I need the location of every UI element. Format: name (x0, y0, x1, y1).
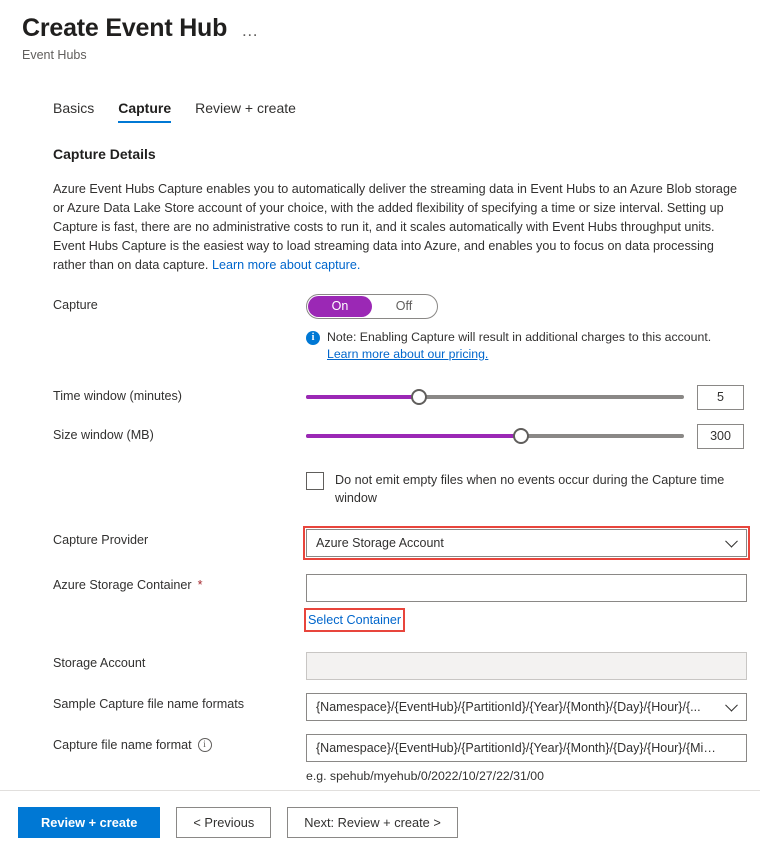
time-window-label: Time window (minutes) (53, 388, 182, 403)
file-name-format-label: Capture file name format (53, 737, 192, 752)
more-options-icon[interactable]: … (241, 22, 260, 39)
storage-container-label: Azure Storage Container (53, 577, 192, 592)
capture-label: Capture (53, 297, 98, 312)
select-container-row: Select Container (303, 607, 753, 632)
select-container-highlight: Select Container (303, 607, 406, 632)
storage-account-label: Storage Account (53, 655, 146, 670)
sample-formats-row: Sample Capture file name formats {Namesp… (53, 692, 753, 721)
review-create-button[interactable]: Review + create (18, 807, 161, 838)
sample-formats-value: {Namespace}/{EventHub}/{PartitionId}/{Ye… (316, 699, 701, 714)
size-window-field: 300 (306, 423, 753, 449)
file-name-format-value: {Namespace}/{EventHub}/{PartitionId}/{Ye… (316, 740, 716, 755)
learn-more-about-capture-link[interactable]: Learn more about capture. (212, 258, 360, 272)
tab-capture[interactable]: Capture (118, 100, 171, 123)
pricing-link[interactable]: Learn more about our pricing. (327, 347, 488, 361)
info-outline-icon[interactable]: i (197, 737, 212, 752)
capture-provider-highlight: Azure Storage Account (303, 525, 750, 560)
page-title: Create Event Hub (22, 14, 228, 42)
capture-note-body: Note: Enabling Capture will result in ad… (327, 329, 711, 363)
size-window-label: Size window (MB) (53, 427, 154, 442)
storage-container-input[interactable] (306, 573, 747, 602)
do-not-emit-checkbox-row[interactable]: Do not emit empty files when no events o… (306, 471, 753, 507)
do-not-emit-spacer (53, 449, 306, 453)
storage-account-row: Storage Account (53, 651, 753, 680)
capture-form: Capture Details Azure Event Hubs Capture… (53, 146, 753, 792)
next-review-create-button[interactable]: Next: Review + create > (287, 807, 458, 838)
do-not-emit-field: Do not emit empty files when no events o… (306, 449, 753, 507)
sample-formats-select[interactable]: {Namespace}/{EventHub}/{PartitionId}/{Ye… (306, 692, 747, 721)
do-not-emit-row: Do not emit empty files when no events o… (53, 449, 753, 507)
size-window-slider[interactable] (306, 426, 684, 446)
size-window-value[interactable]: 300 (697, 423, 744, 449)
capture-provider-field: Azure Storage Account (303, 525, 753, 560)
do-not-emit-checkbox[interactable] (306, 471, 324, 490)
chevron-down-icon (725, 534, 738, 548)
storage-container-label-wrap: Azure Storage Container * (53, 574, 306, 592)
size-window-slider-thumb[interactable] (513, 428, 530, 445)
file-name-format-field: {Namespace}/{EventHub}/{PartitionId}/{Ye… (306, 733, 753, 792)
tab-list: Basics Capture Review + create (53, 100, 760, 123)
capture-toggle-off[interactable]: Off (372, 296, 436, 317)
time-window-value[interactable]: 5 (697, 384, 744, 410)
info-icon: i (306, 330, 320, 345)
file-name-format-row: Capture file name format i {Namespace}/{… (53, 733, 753, 792)
size-window-slider-row: 300 (306, 423, 753, 449)
page-header: Create Event Hub … Event Hubs (0, 0, 760, 62)
capture-field: On Off i Note: Enabling Capture will res… (306, 293, 753, 363)
file-name-format-input[interactable]: {Namespace}/{EventHub}/{PartitionId}/{Ye… (306, 733, 747, 762)
capture-note: i Note: Enabling Capture will result in … (306, 329, 753, 363)
capture-description: Azure Event Hubs Capture enables you to … (53, 180, 747, 275)
capture-toggle-on[interactable]: On (308, 295, 372, 317)
time-window-field: 5 (306, 384, 753, 410)
storage-account-field (306, 651, 753, 680)
time-window-slider-fill (306, 395, 420, 400)
storage-container-row: Azure Storage Container * Select Contain… (53, 573, 753, 632)
capture-note-text: Note: Enabling Capture will result in ad… (327, 329, 712, 344)
sample-formats-label: Sample Capture file name formats (53, 696, 245, 711)
previous-button[interactable]: < Previous (176, 807, 272, 838)
capture-provider-select[interactable]: Azure Storage Account (306, 528, 747, 557)
footer-action-bar: Review + create < Previous Next: Review … (0, 790, 760, 854)
tab-basics[interactable]: Basics (53, 100, 94, 123)
title-row: Create Event Hub … (22, 14, 760, 43)
do-not-emit-label: Do not emit empty files when no events o… (335, 472, 725, 505)
size-window-slider-fill (306, 434, 522, 439)
file-name-format-label-wrap: Capture file name format i (53, 734, 306, 752)
capture-description-text: Azure Event Hubs Capture enables you to … (53, 181, 737, 272)
capture-row: Capture On Off i Note: Enabling Capture … (53, 293, 753, 363)
sample-formats-field: {Namespace}/{EventHub}/{PartitionId}/{Ye… (306, 692, 753, 721)
capture-provider-row: Capture Provider Azure Storage Account (53, 525, 753, 560)
time-window-slider[interactable] (306, 387, 684, 407)
page-subtitle: Event Hubs (22, 47, 87, 62)
capture-provider-label: Capture Provider (53, 532, 149, 547)
capture-toggle[interactable]: On Off (306, 293, 438, 319)
file-name-format-hint: e.g. spehub/myehub/0/2022/10/27/22/31/00 (306, 768, 544, 783)
chevron-down-icon (725, 698, 738, 712)
select-container-link[interactable]: Select Container (308, 613, 401, 627)
storage-account-input (306, 651, 747, 680)
required-marker: * (197, 577, 203, 592)
storage-container-field: Select Container (303, 573, 753, 632)
section-title: Capture Details (53, 145, 156, 162)
time-window-row: Time window (minutes) 5 (53, 384, 753, 410)
time-window-slider-thumb[interactable] (411, 389, 428, 406)
size-window-row: Size window (MB) 300 (53, 423, 753, 449)
tab-review-create[interactable]: Review + create (195, 100, 296, 123)
capture-provider-value: Azure Storage Account (316, 535, 444, 550)
time-window-slider-row: 5 (306, 384, 753, 410)
